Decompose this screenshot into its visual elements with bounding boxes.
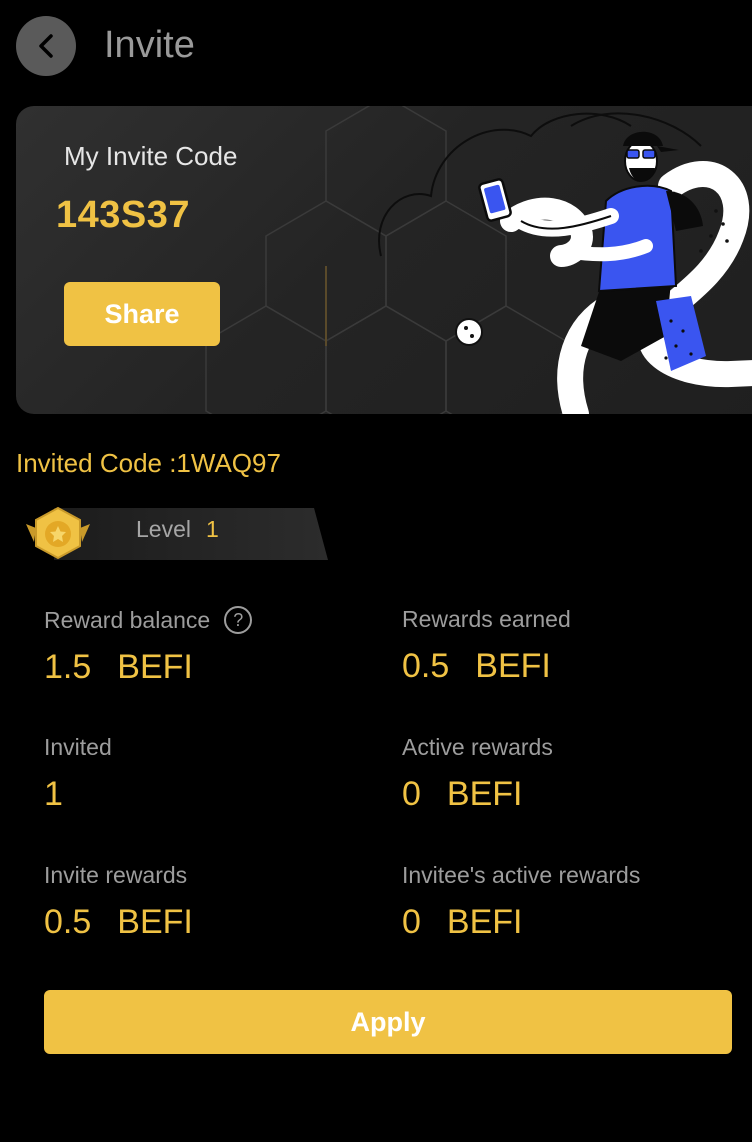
invitee-active-rewards-stat: Invitee's active rewards 0 BEFI bbox=[402, 862, 640, 942]
active-rewards-unit: BEFI bbox=[446, 775, 523, 813]
invitee-active-rewards-unit: BEFI bbox=[446, 903, 523, 941]
reward-balance-amount: 1.5 bbox=[44, 648, 92, 686]
level-label: Level bbox=[136, 516, 191, 542]
invited-stat: Invited 1 bbox=[44, 734, 112, 814]
invited-label: Invited bbox=[44, 734, 112, 760]
apply-button[interactable]: Apply bbox=[44, 990, 732, 1054]
invite-rewards-amount: 0.5 bbox=[44, 903, 92, 941]
rewards-earned-label: Rewards earned bbox=[402, 606, 571, 632]
active-rewards-label: Active rewards bbox=[402, 734, 553, 760]
reward-balance-stat: Reward balance ? 1.5 BEFI bbox=[44, 606, 253, 687]
active-rewards-stat: Active rewards 0 BEFI bbox=[402, 734, 553, 814]
invite-rewards-label: Invite rewards bbox=[44, 862, 188, 888]
invitee-active-rewards-amount: 0 bbox=[402, 903, 421, 941]
page-title: Invite bbox=[104, 24, 195, 66]
invite-code-value: 143S37 bbox=[56, 194, 191, 236]
invite-rewards-unit: BEFI bbox=[117, 903, 193, 941]
help-icon[interactable]: ? bbox=[224, 606, 253, 634]
invited-amount: 1 bbox=[44, 775, 63, 813]
rewards-earned-unit: BEFI bbox=[475, 647, 551, 685]
level-value: 1 bbox=[206, 516, 219, 542]
person-with-phone-illustration bbox=[378, 112, 752, 414]
reward-balance-label: Reward balance bbox=[44, 606, 211, 633]
back-button[interactable] bbox=[16, 16, 76, 76]
invited-code-text: Invited Code :1WAQ97 bbox=[16, 448, 281, 478]
rewards-earned-amount: 0.5 bbox=[402, 647, 450, 685]
active-rewards-amount: 0 bbox=[402, 775, 421, 813]
share-button[interactable]: Share bbox=[64, 282, 220, 346]
reward-balance-unit: BEFI bbox=[117, 648, 193, 686]
invitee-active-rewards-label: Invitee's active rewards bbox=[402, 862, 641, 888]
invite-code-card: My Invite Code 143S37 Share bbox=[16, 106, 752, 414]
rewards-earned-stat: Rewards earned 0.5 BEFI bbox=[402, 606, 571, 686]
invite-rewards-stat: Invite rewards 0.5 BEFI bbox=[44, 862, 193, 942]
invite-code-label: My Invite Code bbox=[64, 141, 238, 171]
chevron-left-icon bbox=[39, 34, 53, 58]
